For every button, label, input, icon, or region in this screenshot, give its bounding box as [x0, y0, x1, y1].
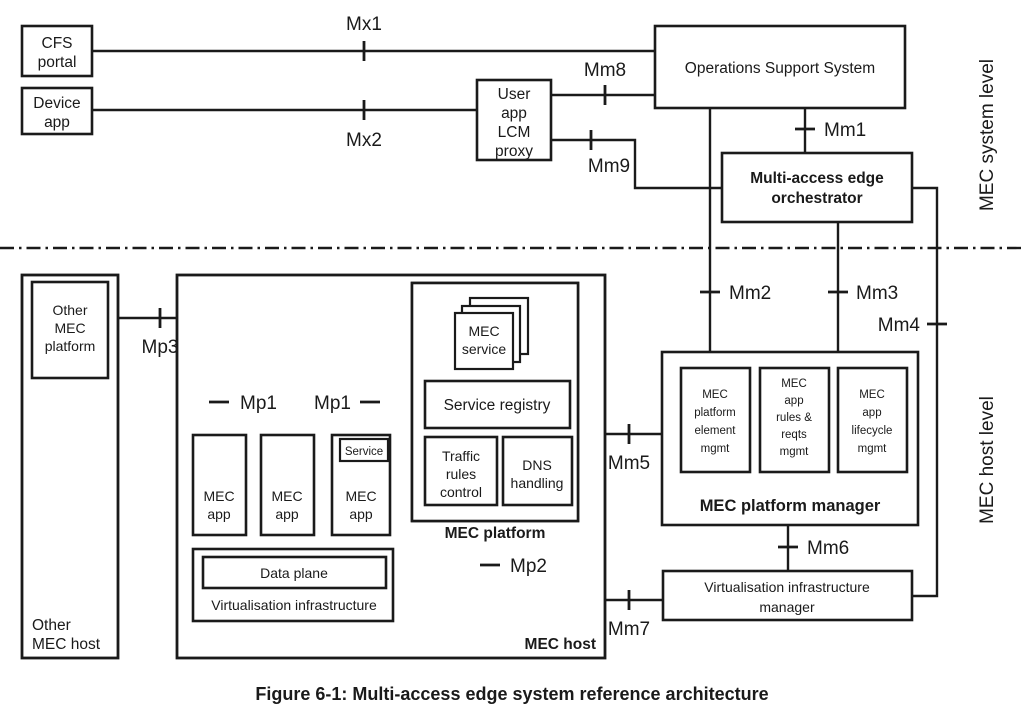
label-mm6: Mm6 — [807, 538, 849, 559]
mal-mgmt-label-line3: lifecycle — [852, 425, 893, 437]
mar-mgmt-label-line5: mgmt — [780, 446, 810, 458]
user-app-lcm-proxy-label-line2: app — [501, 105, 527, 122]
mec-host-label: MEC host — [525, 636, 596, 653]
line-mm9 — [551, 138, 722, 190]
cfs-portal-box[interactable]: CFS portal — [20, 24, 94, 78]
mec-platform-manager-label: MEC platform manager — [700, 497, 881, 515]
service-registry-box[interactable]: Service registry — [423, 379, 572, 430]
other-mec-platform-label-line3: platform — [45, 338, 96, 354]
mec-service-label-line1: MEC — [468, 323, 499, 339]
mec-app-1-label-line1: MEC — [203, 488, 234, 504]
mar-mgmt-label-line1: MEC — [781, 378, 807, 390]
multi-access-edge-orchestrator-box[interactable]: Multi-access edge orchestrator — [720, 151, 914, 224]
mar-mgmt-label-line3: rules & — [776, 412, 812, 424]
dns-handling-label-line2: handling — [511, 475, 564, 491]
mec-app-box-2[interactable]: MEC app — [259, 433, 316, 537]
virtualisation-infrastructure-box[interactable]: Data plane Virtualisation infrastructure — [191, 547, 395, 623]
mec-app-2-label-line1: MEC — [271, 488, 302, 504]
label-mm4: Mm4 — [878, 315, 921, 336]
label-mx2: Mx2 — [346, 130, 382, 151]
label-mm7: Mm7 — [608, 619, 650, 640]
figure-caption: Figure 6-1: Multi-access edge system ref… — [255, 684, 768, 704]
orchestrator-label-line1: Multi-access edge — [750, 170, 884, 187]
mpe-mgmt-label-line1: MEC — [702, 389, 728, 401]
traffic-rules-control-box[interactable]: Traffic rules control — [423, 435, 499, 507]
device-app-label-line1: Device — [33, 95, 80, 112]
traffic-rules-control-label-line2: rules — [446, 466, 476, 482]
user-app-lcm-proxy-box[interactable]: User app LCM proxy — [475, 78, 553, 162]
label-mp2: Mp2 — [510, 556, 547, 577]
dns-handling-box[interactable]: DNS handling — [501, 435, 574, 507]
mec-app-box-1[interactable]: MEC app — [191, 433, 248, 537]
label-mp1-a: Mp1 — [240, 393, 277, 414]
label-mm3: Mm3 — [856, 283, 898, 304]
mec-app-1-label-line2: app — [207, 506, 231, 522]
mec-app-lifecycle-mgmt-box[interactable]: MEC app lifecycle mgmt — [836, 366, 909, 474]
device-app-box[interactable]: Device app — [20, 86, 94, 136]
data-plane-label: Data plane — [260, 565, 328, 581]
other-mec-platform-box[interactable]: Other MEC platform — [30, 280, 110, 380]
label-mm1: Mm1 — [824, 120, 866, 141]
level-label-host: MEC host level — [977, 396, 998, 524]
cfs-portal-label-line2: portal — [38, 54, 77, 71]
other-mec-host-label-line2: MEC host — [32, 636, 101, 653]
mec-service-stack[interactable]: MEC service — [453, 296, 530, 371]
traffic-rules-control-label-line1: Traffic — [442, 448, 480, 464]
other-mec-host-label-line1: Other — [32, 617, 71, 634]
device-app-label-line2: app — [44, 114, 70, 131]
figure-root: CFS portal Device app User app LCM proxy… — [0, 0, 1024, 723]
orchestrator-label-line2: orchestrator — [771, 190, 862, 207]
service-badge-label: Service — [345, 446, 383, 458]
mar-mgmt-label-line4: reqts — [781, 429, 807, 441]
mec-service-label-line2: service — [462, 341, 507, 357]
operations-support-system-box[interactable]: Operations Support System — [653, 24, 907, 110]
vim-label-line2: manager — [759, 599, 815, 615]
mec-platform-element-mgmt-box[interactable]: MEC platform element mgmt — [679, 366, 752, 474]
mec-app-2-label-line2: app — [275, 506, 299, 522]
traffic-rules-control-label-line3: control — [440, 484, 482, 500]
level-label-system: MEC system level — [977, 59, 998, 211]
mec-app-3-label-line2: app — [349, 506, 373, 522]
label-mm5: Mm5 — [608, 453, 650, 474]
mec-app-3-label-line1: MEC — [345, 488, 376, 504]
label-mx1: Mx1 — [346, 14, 382, 35]
user-app-lcm-proxy-label-line3: LCM — [498, 124, 531, 141]
virtualisation-infrastructure-label: Virtualisation infrastructure — [211, 597, 377, 613]
mpe-mgmt-label-line4: mgmt — [701, 443, 731, 455]
oss-label: Operations Support System — [685, 60, 875, 77]
virtualisation-infrastructure-manager-box[interactable]: Virtualisation infrastructure manager — [661, 569, 914, 622]
other-mec-platform-label-line1: Other — [52, 302, 87, 318]
mpe-mgmt-label-line2: platform — [694, 407, 736, 419]
user-app-lcm-proxy-label-line1: User — [498, 86, 531, 103]
vim-label-line1: Virtualisation infrastructure — [704, 579, 870, 595]
mec-platform-label: MEC platform — [445, 525, 546, 542]
label-mm2: Mm2 — [729, 283, 771, 304]
mal-mgmt-label-line2: app — [862, 407, 881, 419]
service-registry-label: Service registry — [444, 397, 551, 414]
other-mec-platform-label-line2: MEC — [54, 320, 85, 336]
label-mm9: Mm9 — [588, 156, 630, 177]
mal-mgmt-label-line1: MEC — [859, 389, 885, 401]
mec-architecture-diagram: CFS portal Device app User app LCM proxy… — [0, 14, 1024, 704]
mec-app-rules-reqts-mgmt-box[interactable]: MEC app rules & reqts mgmt — [758, 366, 831, 474]
user-app-lcm-proxy-label-line4: proxy — [495, 143, 533, 160]
mpe-mgmt-label-line3: element — [695, 425, 737, 437]
cfs-portal-label-line1: CFS — [42, 35, 73, 52]
mar-mgmt-label-line2: app — [784, 395, 803, 407]
mal-mgmt-label-line4: mgmt — [858, 443, 888, 455]
dns-handling-label-line1: DNS — [522, 457, 552, 473]
label-mp3: Mp3 — [142, 337, 179, 358]
label-mp1-b: Mp1 — [314, 393, 351, 414]
label-mm8: Mm8 — [584, 60, 626, 81]
mec-app-box-3[interactable]: Service MEC app — [330, 433, 392, 537]
